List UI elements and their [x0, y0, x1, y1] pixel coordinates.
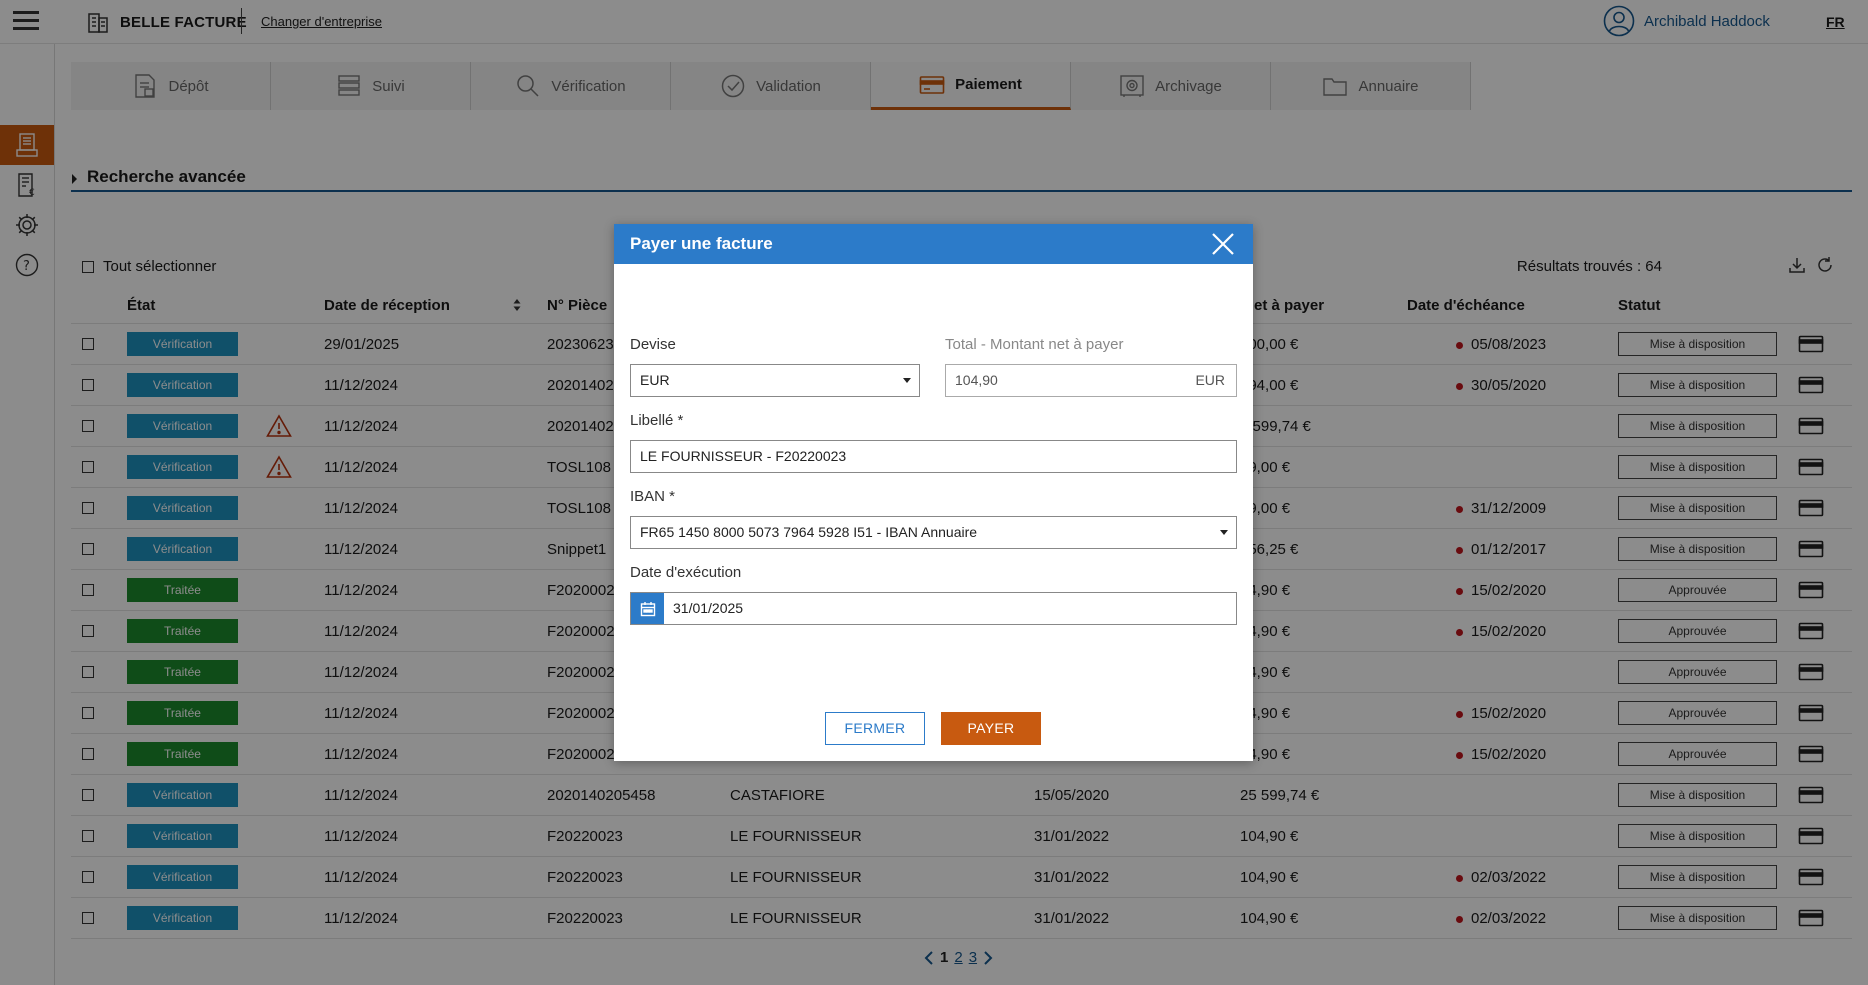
close-button[interactable]: FERMER — [825, 712, 925, 745]
calendar-icon — [640, 601, 655, 616]
pay-button[interactable]: PAYER — [941, 712, 1041, 745]
total-value: 104,90 — [955, 372, 998, 388]
currency-value: EUR — [640, 372, 670, 388]
currency-label: Devise — [630, 336, 676, 353]
libelle-field[interactable]: LE FOURNISSEUR - F20220023 — [630, 440, 1237, 473]
total-unit: EUR — [1195, 372, 1225, 388]
exec-date-label: Date d'exécution — [630, 564, 742, 581]
iban-label: IBAN * — [630, 488, 676, 505]
dialog-header: Payer une facture — [614, 224, 1253, 264]
currency-select[interactable]: EUR — [630, 364, 920, 397]
dialog-title: Payer une facture — [630, 234, 773, 253]
chevron-down-icon — [1220, 530, 1228, 535]
date-picker-button[interactable] — [631, 593, 664, 624]
exec-date-field[interactable]: 31/01/2025 — [630, 592, 1237, 625]
exec-date-value: 31/01/2025 — [673, 600, 744, 616]
total-amount-field: 104,90 EUR — [945, 364, 1237, 397]
close-icon[interactable] — [1210, 231, 1236, 257]
total-label: Total - Montant net à payer — [945, 336, 1124, 353]
iban-select[interactable]: FR65 1450 8000 5073 7964 5928 I51 - IBAN… — [630, 516, 1237, 549]
pay-invoice-dialog: Payer une facture Devise EUR Total - Mon… — [614, 224, 1253, 761]
libelle-value: LE FOURNISSEUR - F20220023 — [640, 448, 847, 464]
chevron-down-icon — [903, 378, 911, 383]
libelle-label: Libellé * — [630, 412, 684, 429]
iban-value: FR65 1450 8000 5073 7964 5928 I51 - IBAN… — [640, 524, 978, 540]
